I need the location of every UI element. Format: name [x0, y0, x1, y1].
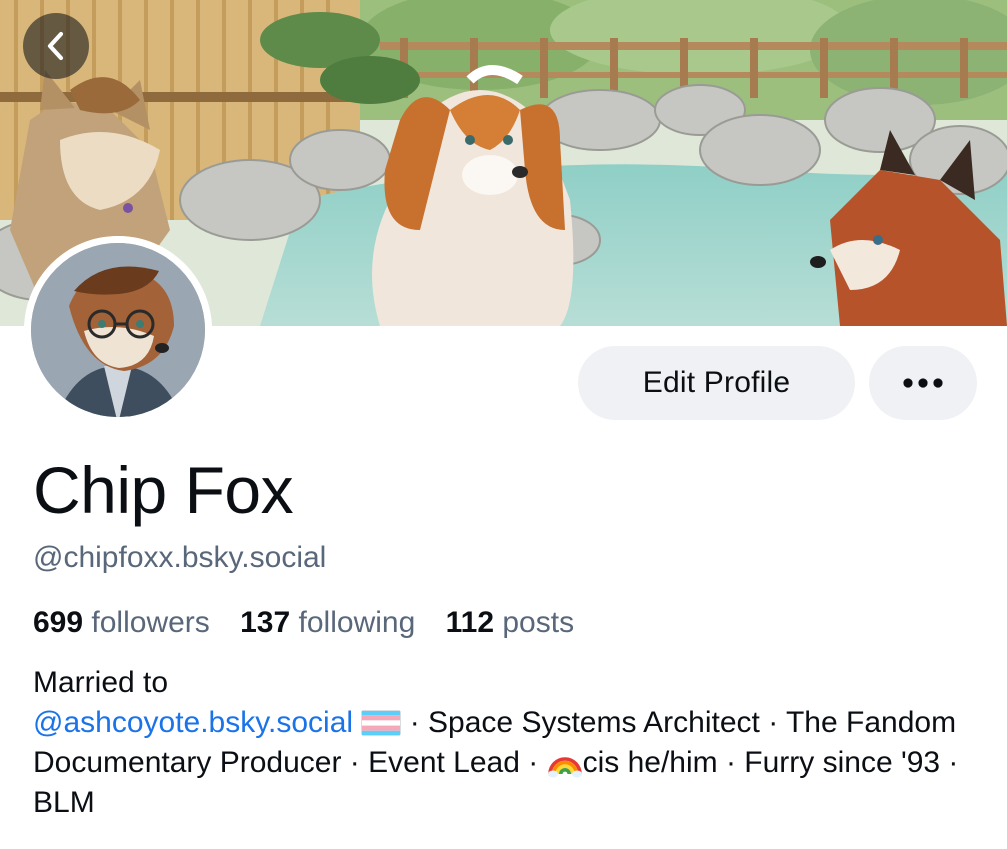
- transgender-flag-icon: [361, 710, 402, 736]
- bio-mention-link[interactable]: @ashcoyote.bsky.social: [33, 706, 353, 739]
- back-button[interactable]: [23, 13, 89, 79]
- more-horizontal-icon: [903, 378, 943, 388]
- followers-label: followers: [91, 606, 210, 639]
- avatar-image: [24, 236, 212, 424]
- display-name: Chip Fox: [33, 453, 294, 527]
- profile-bio: Married to @ashcoyote.bsky.social · Spac…: [33, 663, 983, 823]
- following-label: following: [298, 606, 416, 639]
- following-count: 137: [240, 606, 291, 639]
- more-options-button[interactable]: [869, 346, 977, 420]
- profile-stats: 699 followers 137 following 112 posts: [33, 602, 596, 644]
- rainbow-icon: [547, 744, 583, 778]
- followers-stat[interactable]: 699 followers: [33, 602, 210, 644]
- profile-handle: @chipfoxx.bsky.social: [33, 541, 327, 574]
- posts-count: 112: [445, 606, 495, 639]
- following-stat[interactable]: 137 following: [240, 602, 415, 644]
- chevron-left-icon: [47, 31, 64, 61]
- posts-label: posts: [502, 606, 575, 639]
- bio-intro: Married to: [33, 666, 169, 699]
- avatar[interactable]: [24, 236, 212, 424]
- edit-profile-button[interactable]: Edit Profile: [578, 346, 855, 420]
- followers-count: 699: [33, 606, 84, 639]
- posts-stat: 112 posts: [446, 602, 574, 644]
